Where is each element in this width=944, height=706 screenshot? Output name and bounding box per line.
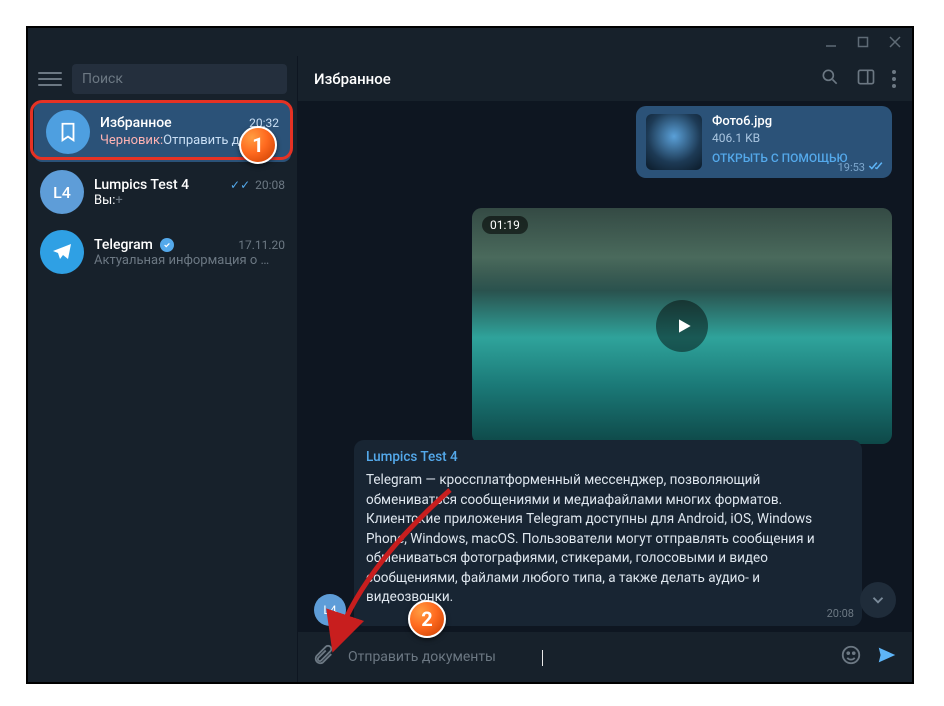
- more-menu-button[interactable]: [892, 70, 896, 88]
- window-close-button[interactable]: [886, 33, 904, 51]
- text-caret: [542, 650, 543, 666]
- chat-item-lumpics-test-4[interactable]: L4 Lumpics Test 4 ✓✓ 20:08 Вы: +: [28, 162, 297, 222]
- search-icon[interactable]: [820, 67, 840, 91]
- compose-bar: Отправить документы: [298, 632, 912, 682]
- chat-avatar: L4: [40, 170, 84, 214]
- chat-preview: +: [115, 193, 122, 208]
- forwarded-from-label[interactable]: Lumpics Test 4: [366, 448, 850, 468]
- window-titlebar: [28, 28, 912, 56]
- chat-list: Избранное 20:32 Черновик: Отправить д…: [28, 102, 297, 682]
- chat-name: Lumpics Test 4: [94, 177, 189, 193]
- chat-item-saved-messages[interactable]: Избранное 20:32 Черновик: Отправить д…: [34, 102, 291, 162]
- message-time: 20:08: [827, 606, 854, 622]
- panel-toggle-icon[interactable]: [856, 67, 876, 91]
- chat-name: Избранное: [100, 115, 172, 131]
- video-duration: 01:19: [482, 216, 528, 234]
- chat-time: 17.11.20: [238, 238, 285, 252]
- play-button[interactable]: [656, 300, 708, 352]
- chat-preview: Отправить д…: [163, 133, 248, 148]
- chat-name: Telegram: [94, 237, 174, 253]
- pin-icon: [254, 131, 268, 149]
- chat-panel: Избранное Фото6.jpg 406.1 KB: [298, 56, 912, 682]
- chat-item-telegram[interactable]: Telegram 17.11.20 Актуальная информация …: [28, 222, 297, 282]
- verified-badge-icon: [160, 238, 174, 252]
- send-button[interactable]: [876, 644, 898, 670]
- chat-preview: Актуальная информация о …: [94, 253, 269, 268]
- chat-header: Избранное: [298, 56, 912, 102]
- file-name: Фото6.jpg: [712, 114, 882, 129]
- window-maximize-button[interactable]: [854, 33, 872, 51]
- message-time: 19:53: [838, 161, 865, 174]
- file-thumbnail: [646, 114, 702, 170]
- message-body: Telegram — кроссплатформенный мессенджер…: [366, 471, 850, 608]
- message-video[interactable]: 01:19: [472, 208, 892, 444]
- chat-time: ✓✓ 20:08: [230, 178, 285, 192]
- you-label: Вы:: [94, 193, 115, 208]
- chat-time: 20:32: [249, 116, 279, 130]
- emoji-icon[interactable]: [840, 644, 862, 670]
- file-size: 406.1 KB: [712, 131, 882, 145]
- messages-area[interactable]: Фото6.jpg 406.1 KB ОТКРЫТЬ С ПОМОЩЬЮ 19:…: [298, 102, 912, 632]
- scroll-to-bottom-button[interactable]: [860, 582, 896, 618]
- draft-label: Черновик:: [100, 133, 163, 148]
- chat-header-title[interactable]: Избранное: [314, 70, 804, 88]
- attach-icon[interactable]: [312, 644, 334, 670]
- message-text[interactable]: Lumpics Test 4 Telegram — кроссплатформе…: [354, 440, 862, 627]
- search-input[interactable]: Поиск: [72, 64, 287, 94]
- read-checks-icon: [868, 161, 884, 174]
- window-minimize-button[interactable]: [822, 33, 840, 51]
- sidebar: Поиск Избранное 20:32 Черновик:: [28, 56, 298, 682]
- message-input[interactable]: Отправить документы: [348, 649, 826, 665]
- menu-button[interactable]: [38, 67, 62, 91]
- telegram-icon: [40, 230, 84, 274]
- message-file[interactable]: Фото6.jpg 406.1 KB ОТКРЫТЬ С ПОМОЩЬЮ 19:…: [636, 106, 892, 178]
- message-avatar[interactable]: L4: [314, 594, 346, 626]
- read-checks-icon: ✓✓: [230, 178, 250, 192]
- bookmark-icon: [46, 110, 90, 154]
